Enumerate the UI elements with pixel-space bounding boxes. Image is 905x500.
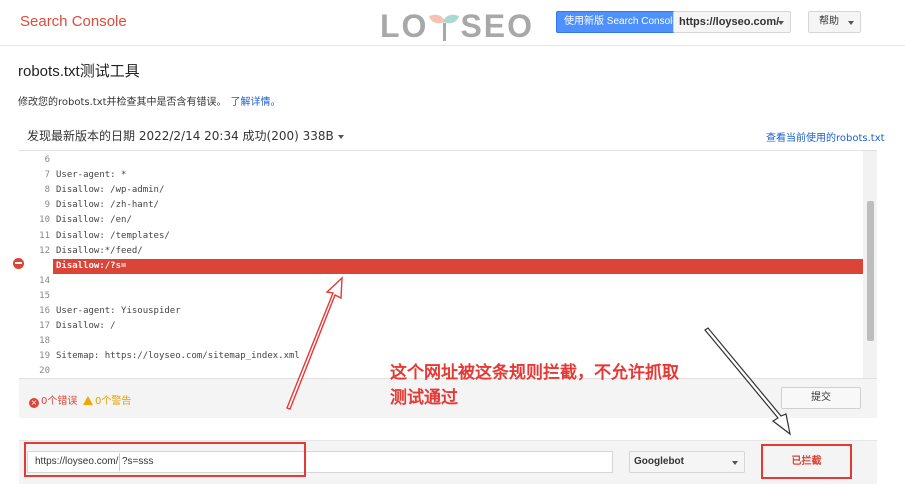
line-text: User-agent: * — [56, 170, 127, 181]
line-number: 14 — [39, 275, 50, 286]
test-result-badge[interactable]: 已拦截 — [761, 444, 852, 479]
version-selector[interactable]: 发现最新版本的日期 2022/2/14 20:34 成功(200) 338B — [27, 127, 344, 144]
code-line[interactable]: 11 Disallow: /templates/ — [19, 229, 863, 244]
code-line[interactable]: 18 — [19, 334, 863, 349]
code-line[interactable]: 10 Disallow: /en/ — [19, 213, 863, 228]
line-text: Disallow: /wp-admin/ — [56, 185, 165, 196]
code-line[interactable]: 15 — [19, 289, 863, 304]
chevron-down-icon — [337, 134, 344, 139]
learn-more-link[interactable]: 了解详情。 — [231, 97, 281, 108]
sprout-icon — [429, 11, 460, 43]
line-number: 19 — [39, 351, 50, 362]
line-text: Disallow: /en/ — [56, 215, 132, 226]
annotation-text: 这个网址被这条规则拦截，不允许抓取 测试通过 — [390, 361, 679, 411]
chevron-down-icon — [848, 21, 854, 25]
loyseo-watermark: LO SEO — [380, 8, 534, 45]
line-number: 7 — [44, 170, 50, 181]
robots-editor[interactable]: 6 7 User-agent: * 8 Disallow: /wp-admin/9 Dis… — [19, 150, 877, 379]
help-button-label: 帮助 — [819, 16, 839, 27]
line-number: 12 — [39, 245, 50, 256]
line-number: 17 — [39, 321, 50, 332]
code-line[interactable]: 14 — [19, 274, 863, 289]
warning-count-label: 0个警告 — [95, 396, 132, 407]
watermark-text-right: SEO — [460, 8, 535, 44]
line-number: 6 — [44, 155, 50, 165]
line-number: 15 — [39, 290, 50, 301]
view-current-robots-link[interactable]: 查看当前使用的robots.txt — [766, 129, 885, 144]
new-search-console-button[interactable]: 使用新版 Search Console — [556, 11, 686, 33]
top-bar: Search Console LO SEO 使用新版 Search Consol… — [0, 0, 905, 46]
line-number: 9 — [44, 200, 50, 211]
code-line-error[interactable]: 3 Disallow:/?s= — [45, 258, 863, 274]
help-button[interactable]: 帮助 — [808, 11, 861, 33]
line-number: 10 — [39, 215, 50, 226]
warning-count: 0个警告 — [83, 392, 131, 407]
line-number: 11 — [39, 230, 50, 241]
code-line[interactable]: 16 User-agent: Yisouspider — [19, 304, 863, 319]
chevron-down-icon — [732, 461, 738, 465]
line-number: 16 — [39, 306, 50, 316]
code-line[interactable]: 7 User-agent: * — [19, 168, 863, 183]
annotation-line-2: 测试通过 — [390, 388, 458, 408]
line-text: Disallow: / — [56, 321, 116, 332]
code-line[interactable]: 6 — [19, 153, 863, 168]
line-text: Disallow:/?s= — [56, 260, 127, 271]
code-line[interactable]: 17 Disallow: / — [19, 319, 863, 334]
code-line[interactable]: 8 Disallow: /wp-admin/ — [19, 183, 863, 198]
line-text: User-agent: Yisouspider — [56, 306, 181, 316]
annotation-line-1: 这个网址被这条规则拦截，不允许抓取 — [390, 363, 679, 383]
code-line[interactable]: 12 Disallow:*/feed/ — [19, 244, 863, 259]
editor-scrollbar-thumb[interactable] — [867, 201, 874, 341]
error-count-label: 0个错误 — [41, 396, 78, 407]
url-highlight-box — [24, 442, 306, 477]
page-description: 修改您的robots.txt并检查其中是否含有错误。 了解详情。 — [18, 93, 281, 108]
error-count: × 0个错误 — [29, 392, 77, 408]
chevron-down-icon — [778, 21, 784, 25]
user-agent-select-value: Googlebot — [634, 456, 684, 467]
warning-triangle-icon — [83, 396, 93, 405]
line-text: Sitemap: https://loyseo.com/sitemap_inde… — [56, 351, 300, 362]
line-text: Disallow: /templates/ — [56, 230, 170, 241]
version-info: 发现最新版本的日期 2022/2/14 20:34 成功(200) 338B — [27, 129, 334, 143]
line-text: Disallow: /zh-hant/ — [56, 200, 159, 211]
error-marker-icon — [13, 258, 24, 269]
brand-logo[interactable]: Search Console — [20, 13, 127, 30]
watermark-text-left: LO — [380, 8, 429, 44]
user-agent-select[interactable]: Googlebot — [629, 451, 745, 473]
error-circle-icon: × — [29, 398, 39, 408]
property-select-value: https://loyseo.com/ — [679, 16, 780, 28]
code-line[interactable]: 9 Disallow: /zh-hant/ — [19, 198, 863, 213]
page-title: robots.txt测试工具 — [18, 63, 140, 80]
submit-button[interactable]: 提交 — [781, 387, 861, 409]
line-number: 18 — [39, 336, 50, 347]
line-number: 8 — [44, 185, 50, 196]
property-select[interactable]: https://loyseo.com/ — [673, 11, 791, 33]
line-text: Disallow:*/feed/ — [56, 245, 143, 256]
page-description-text: 修改您的robots.txt并检查其中是否含有错误。 — [18, 97, 227, 108]
